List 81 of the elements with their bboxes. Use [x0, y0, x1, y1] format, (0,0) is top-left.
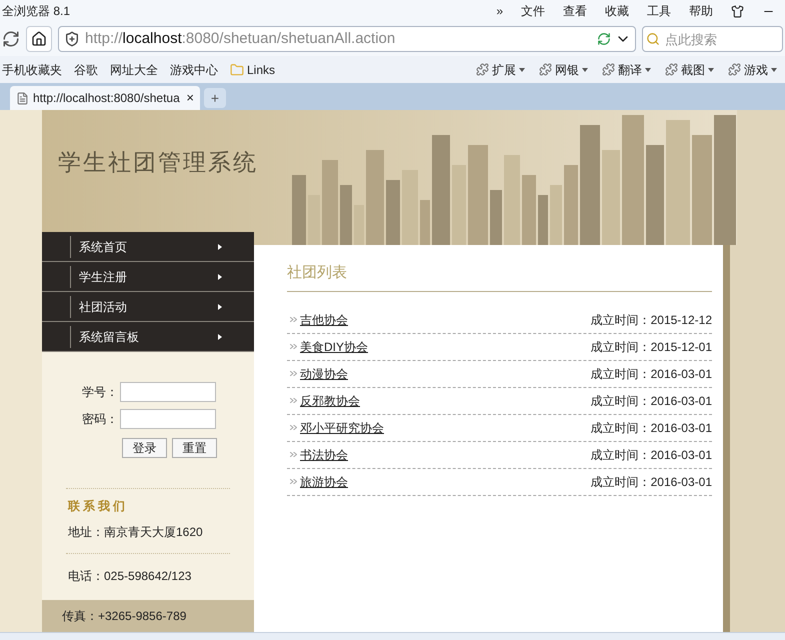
- tab-title: http://localhost:8080/shetua: [33, 90, 180, 107]
- arrow-icon: [218, 274, 222, 280]
- bullet-icon: [290, 344, 297, 349]
- club-link[interactable]: 旅游协会: [300, 472, 348, 490]
- menu-item[interactable]: 查看: [563, 2, 587, 20]
- search-field[interactable]: 点此搜索: [642, 26, 783, 52]
- club-link[interactable]: 动漫协会: [300, 364, 348, 382]
- address-field[interactable]: http://localhost:8080/shetuan/shetuanAll.action: [58, 26, 636, 52]
- refresh-icon[interactable]: [2, 30, 20, 48]
- skin-icon[interactable]: [731, 4, 744, 18]
- field-label: 学号：: [82, 384, 119, 401]
- bookmark-link[interactable]: Links: [230, 60, 276, 78]
- arrow-icon: [218, 244, 222, 250]
- menu-item[interactable]: 帮助: [689, 2, 713, 20]
- browser-tab[interactable]: http://localhost:8080/shetua ×: [10, 86, 200, 110]
- home-icon: [31, 31, 47, 47]
- menu-item[interactable]: 收藏: [605, 2, 629, 20]
- bullet-icon: [290, 452, 297, 457]
- date-text: 成立时间：2016-03-01: [590, 392, 712, 410]
- arrow-icon: [218, 334, 222, 340]
- tab-close[interactable]: ×: [186, 88, 194, 108]
- window-title: 全浏览器 8.1: [2, 3, 70, 20]
- list-title: 社团列表: [287, 262, 712, 292]
- search-icon: [646, 32, 660, 46]
- input-field[interactable]: [120, 382, 216, 402]
- toolbar-button[interactable]: 截图: [665, 60, 714, 78]
- puzzle-icon: [728, 63, 741, 76]
- recycle-icon[interactable]: [597, 32, 611, 46]
- address-text: 地址：南京青天大厦1620: [68, 524, 204, 541]
- fax-text: 传真：+3265-9856-789: [62, 608, 186, 625]
- folder-icon: [230, 62, 244, 76]
- bookmark-link[interactable]: 网址大全: [110, 60, 158, 78]
- phone-text: 电话：025-598642/123: [68, 568, 192, 585]
- bullet-icon: [290, 425, 297, 430]
- new-tab-button[interactable]: +: [204, 88, 226, 108]
- site-title: 学生社团管理系统: [58, 148, 258, 177]
- form-button[interactable]: 登录: [122, 438, 167, 458]
- date-text: 成立时间：2016-03-01: [590, 366, 712, 382]
- club-link[interactable]: 书法协会: [300, 446, 348, 464]
- bullet-icon: [290, 479, 297, 484]
- bullet-icon: [290, 317, 297, 322]
- caret-icon: [771, 68, 777, 72]
- club-link[interactable]: 邓小平研究协会: [300, 418, 384, 436]
- caret-icon: [582, 68, 588, 72]
- page-icon: [16, 92, 29, 104]
- caret-icon: [519, 68, 525, 72]
- puzzle-icon: [476, 63, 489, 76]
- club-link[interactable]: 吉他协会: [300, 310, 348, 328]
- shield-icon: [64, 31, 80, 47]
- toolbar-button[interactable]: 网银: [539, 60, 588, 78]
- arrow-icon: [218, 304, 222, 310]
- date-text: 成立时间：2016-03-01: [590, 420, 712, 436]
- home-button[interactable]: [26, 26, 52, 52]
- bookmark-link[interactable]: 谷歌: [74, 60, 98, 78]
- puzzle-icon: [602, 63, 615, 76]
- date-text: 成立时间：2015-12-12: [590, 312, 712, 328]
- bookmark-link[interactable]: 游戏中心: [170, 60, 218, 78]
- nav-item[interactable]: 系统首页: [42, 232, 254, 262]
- date-text: 成立时间：2016-03-01: [590, 446, 712, 464]
- contact-title: 联系我们: [68, 498, 129, 515]
- date-text: 成立时间：2015-12-01: [590, 338, 712, 356]
- toolbar-button[interactable]: 游戏: [728, 60, 777, 78]
- bookmark-link[interactable]: 手机收藏夹: [2, 60, 62, 78]
- bullet-icon: [290, 398, 297, 403]
- caret-icon: [645, 68, 651, 72]
- input-field[interactable]: [120, 409, 216, 429]
- club-link[interactable]: 美食DIY协会: [300, 338, 368, 356]
- date-text: 成立时间：2016-03-01: [590, 474, 712, 490]
- url-text: http://localhost:8080/shetuan/shetuanAll.action: [85, 28, 396, 49]
- form-button[interactable]: 重置: [172, 438, 217, 458]
- field-label: 密码：: [82, 411, 119, 428]
- club-link[interactable]: 反邪教协会: [300, 392, 360, 410]
- puzzle-icon: [539, 63, 552, 76]
- menu-item[interactable]: 文件: [521, 2, 545, 20]
- bullet-icon: [290, 371, 297, 376]
- puzzle-icon: [665, 63, 678, 76]
- toolbar-button[interactable]: 扩展: [476, 60, 525, 78]
- caret-icon: [708, 68, 714, 72]
- menu-item[interactable]: »: [496, 2, 503, 20]
- toolbar-button[interactable]: 翻译: [602, 60, 651, 78]
- menu-item[interactable]: 工具: [647, 2, 671, 20]
